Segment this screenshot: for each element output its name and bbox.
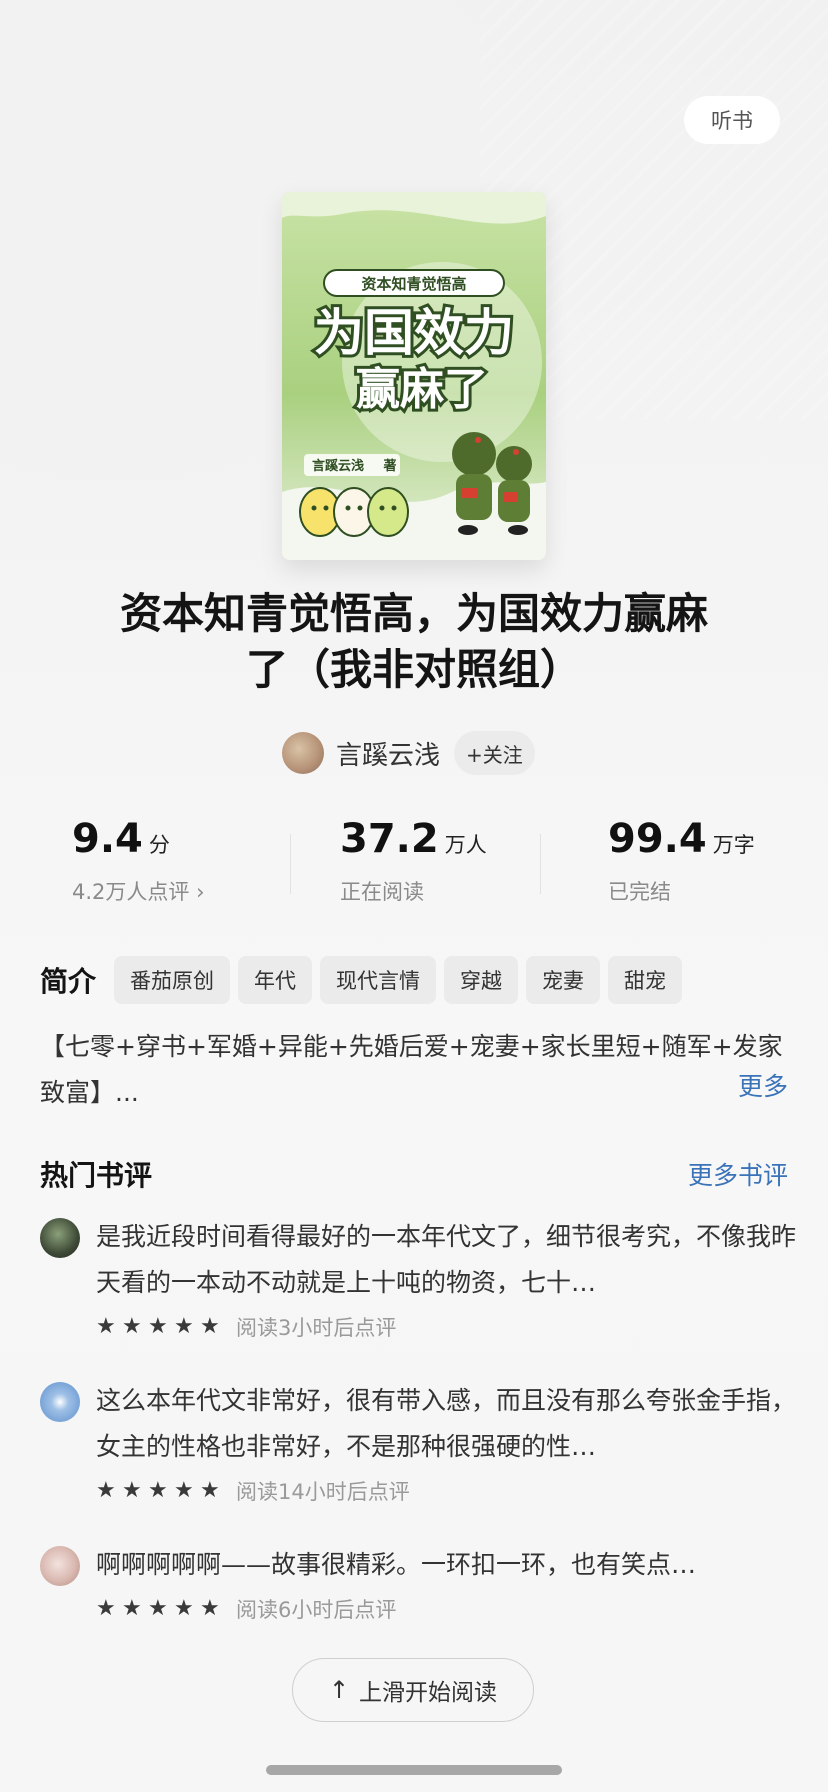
star-icon: ★ — [122, 1596, 142, 1621]
review-meta: 阅读14小时后点评 — [236, 1480, 410, 1504]
tag-chip[interactable]: 甜宠 — [608, 956, 683, 1004]
star-icon: ★ — [148, 1314, 168, 1339]
cover-chick-characters — [299, 487, 409, 537]
review-stars: ★ ★ ★ ★ ★ — [96, 1598, 226, 1620]
intro-header: 简介 番茄原创 年代 现代言情 穿越 宠妻 甜宠 — [40, 956, 690, 1004]
review-item[interactable]: 啊啊啊啊啊——故事很精彩。一环扣一环，也有笑点… ★ ★ ★ ★ ★ 阅读6小时… — [40, 1542, 788, 1634]
review-text: 啊啊啊啊啊——故事很精彩。一环扣一环，也有笑点… — [96, 1550, 697, 1579]
wordcount-unit: 万字 — [712, 833, 755, 857]
readers-unit: 万人 — [444, 833, 487, 857]
home-indicator[interactable] — [266, 1765, 562, 1775]
cover-title-line2: 赢麻了 — [356, 364, 488, 415]
tag-chip[interactable]: 现代言情 — [320, 956, 437, 1004]
readers-value: 37.2 — [340, 816, 439, 862]
review-meta: 阅读3小时后点评 — [236, 1316, 397, 1340]
author-row[interactable]: 言蹊云浅 +关注 — [282, 730, 535, 776]
book-title: 资本知青觉悟高，为国效力赢麻了（我非对照组） — [119, 589, 708, 694]
star-icon: ★ — [200, 1596, 220, 1621]
follow-button[interactable]: +关注 — [454, 731, 535, 775]
stat-wordcount: 99.4 万字 已完结 — [608, 816, 755, 906]
stat-divider — [540, 834, 541, 894]
cover-title-line1: 为国效力 — [314, 304, 514, 362]
reviewer-avatar[interactable] — [40, 1546, 80, 1586]
intro-more-link[interactable]: 更多 — [738, 1067, 788, 1103]
star-icon: ★ — [174, 1478, 194, 1503]
star-icon: ★ — [96, 1314, 116, 1339]
book-cover[interactable]: 资本知青觉悟高 为国效力 赢麻了 言蹊云浅 著 — [282, 192, 546, 560]
start-reading-label: 上滑开始阅读 — [359, 1680, 498, 1706]
book-stats: 9.4 分 4.2万人点评 › 37.2 万人 正在阅读 99.4 万字 已完结 — [0, 816, 828, 912]
cover-series-text: 资本知青觉悟高 — [361, 275, 466, 293]
star-icon: ★ — [96, 1596, 116, 1621]
star-icon: ★ — [122, 1314, 142, 1339]
stat-rating[interactable]: 9.4 分 4.2万人点评 › — [72, 816, 204, 906]
review-stars: ★ ★ ★ ★ ★ — [96, 1316, 226, 1338]
tag-chip[interactable]: 穿越 — [444, 956, 519, 1004]
cover-author-stamp: 言蹊云浅 — [312, 458, 364, 474]
rating-count-link[interactable]: 4.2万人点评 › — [72, 876, 204, 906]
star-icon: ★ — [200, 1314, 220, 1339]
star-icon: ★ — [122, 1478, 142, 1503]
rating-unit: 分 — [148, 833, 170, 857]
review-item[interactable]: 是我近段时间看得最好的一本年代文了，细节很考究，不像我昨天看的一本动不动就是上十… — [40, 1214, 796, 1352]
reviewer-avatar[interactable] — [40, 1382, 80, 1422]
cover-stamp-suffix: 著 — [382, 458, 396, 474]
reviewer-avatar[interactable] — [40, 1218, 80, 1258]
star-icon: ★ — [200, 1478, 220, 1503]
stat-divider — [290, 834, 291, 894]
tag-chip[interactable]: 宠妻 — [526, 956, 601, 1004]
tag-chip[interactable]: 年代 — [238, 956, 313, 1004]
review-stars: ★ ★ ★ ★ ★ — [96, 1480, 226, 1502]
review-meta: 阅读6小时后点评 — [236, 1598, 397, 1622]
tag-chip[interactable]: 番茄原创 — [114, 956, 231, 1004]
author-avatar[interactable] — [282, 732, 324, 774]
readers-label: 正在阅读 — [340, 880, 424, 904]
hot-reviews-title: 热门书评 — [40, 1159, 153, 1192]
rating-value: 9.4 — [72, 816, 143, 862]
wordcount-value: 99.4 — [608, 816, 707, 862]
star-icon: ★ — [96, 1478, 116, 1503]
star-icon: ★ — [174, 1596, 194, 1621]
arrow-up-icon: ↑ — [328, 1676, 350, 1704]
listen-button[interactable]: 听书 — [684, 96, 780, 144]
star-icon: ★ — [174, 1314, 194, 1339]
review-text: 这么本年代文非常好，很有带入感，而且没有那么夸张金手指，女主的性格也非常好，不是… — [96, 1386, 797, 1461]
stat-readers: 37.2 万人 正在阅读 — [340, 816, 487, 906]
author-name[interactable]: 言蹊云浅 — [336, 735, 440, 772]
star-icon: ★ — [148, 1478, 168, 1503]
star-icon: ★ — [148, 1596, 168, 1621]
intro-text[interactable]: 【七零+穿书+军婚+异能+先婚后爱+宠妻+家长里短+随军+发家致富】... — [40, 1024, 788, 1116]
more-reviews-link[interactable]: 更多书评 — [688, 1156, 788, 1192]
start-reading-button[interactable]: ↑ 上滑开始阅读 — [292, 1658, 534, 1722]
review-text: 是我近段时间看得最好的一本年代文了，细节很考究，不像我昨天看的一本动不动就是上十… — [96, 1222, 797, 1297]
review-item[interactable]: 这么本年代文非常好，很有带入感，而且没有那么夸张金手指，女主的性格也非常好，不是… — [40, 1378, 796, 1516]
intro-label: 简介 — [40, 965, 97, 998]
status-label: 已完结 — [608, 880, 671, 904]
